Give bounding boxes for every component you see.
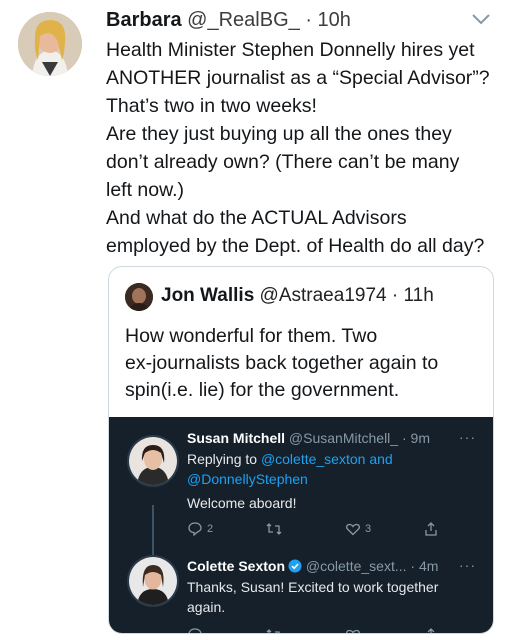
reply-text: Thanks, Susan! Excited to work together bbox=[187, 579, 439, 595]
reply-handle: @colette_sext... bbox=[305, 558, 407, 574]
like-action: 3 bbox=[345, 521, 371, 537]
separator-dot: · bbox=[401, 430, 407, 446]
quoted-line: spin(i.e. lie) for the government. bbox=[125, 379, 400, 401]
reply-actions bbox=[187, 627, 447, 633]
reply-name: Colette Sexton bbox=[187, 558, 286, 574]
reply-avatar bbox=[127, 435, 179, 487]
reply-header: Susan Mitchell @SusanMitchell_ · 9m bbox=[187, 429, 430, 447]
reply-text: Welcome aboard! bbox=[187, 495, 297, 511]
reply-count: 2 bbox=[207, 523, 214, 535]
more-icon: ··· bbox=[459, 429, 476, 445]
verified-badge-icon bbox=[288, 559, 302, 573]
chevron-down-icon[interactable] bbox=[470, 10, 492, 28]
like-action bbox=[345, 627, 361, 633]
quoted-line: How wonderful for them. Two bbox=[125, 325, 378, 347]
heart-icon bbox=[346, 523, 360, 536]
quoted-author-handle[interactable]: @Astraea1974 bbox=[260, 285, 387, 306]
tweet-header: Barbara @_RealBG_ · 10h bbox=[106, 8, 351, 32]
quoted-header: Jon Wallis @Astraea1974 · 11h bbox=[161, 284, 434, 308]
quoted-author-avatar[interactable] bbox=[125, 283, 153, 311]
share-icon bbox=[425, 522, 437, 536]
reply-name: Susan Mitchell bbox=[187, 430, 286, 446]
reply-actions: 2 3 bbox=[187, 521, 447, 539]
quoted-timestamp[interactable]: 11h bbox=[403, 285, 433, 306]
tweet-text: Health Minister Stephen Donnelly hires y… bbox=[106, 36, 506, 260]
tweet-line: left now.) bbox=[106, 179, 185, 201]
quoted-text: How wonderful for them. Two ex-journalis… bbox=[125, 323, 485, 404]
like-count: 3 bbox=[365, 523, 372, 535]
author-handle[interactable]: @_RealBG_ bbox=[187, 9, 300, 31]
reply-avatar bbox=[127, 555, 179, 607]
author-name[interactable]: Barbara bbox=[106, 9, 182, 31]
reply-action bbox=[187, 627, 203, 633]
comment-icon bbox=[188, 628, 202, 633]
tweet-line: employed by the Dept. of Health do all d… bbox=[106, 235, 485, 257]
replying-to: Replying to @colette_sexton and bbox=[187, 449, 393, 469]
embedded-screenshot[interactable]: Susan Mitchell @SusanMitchell_ · 9m ··· … bbox=[109, 417, 493, 633]
author-avatar[interactable] bbox=[18, 12, 82, 76]
tweet: Barbara @_RealBG_ · 10h Health Minister … bbox=[0, 0, 510, 640]
retweet-icon bbox=[266, 629, 280, 633]
comment-icon bbox=[188, 522, 202, 537]
share-action bbox=[423, 627, 439, 633]
reply-time: 9m bbox=[410, 430, 430, 446]
reply-text: again. bbox=[187, 599, 226, 615]
quoted-author-name[interactable]: Jon Wallis bbox=[161, 285, 254, 306]
separator-dot: · bbox=[391, 285, 399, 306]
share-icon bbox=[427, 628, 435, 633]
retweet-icon bbox=[266, 523, 282, 535]
mention-link: @DonnellyStephen bbox=[187, 471, 308, 487]
quoted-line: ex-journalists back together again to bbox=[125, 352, 439, 374]
tweet-line: ANOTHER journalist as a “Special Advisor… bbox=[106, 67, 490, 89]
retweet-action bbox=[265, 627, 283, 633]
tweet-line: That’s two in two weeks! bbox=[106, 95, 317, 117]
quoted-tweet[interactable]: Jon Wallis @Astraea1974 · 11h How wonder… bbox=[108, 266, 494, 634]
heart-icon bbox=[346, 629, 360, 633]
replying-prefix: Replying to bbox=[187, 451, 258, 467]
tweet-line: Are they just buying up all the ones the… bbox=[106, 123, 452, 145]
reply-header: Colette Sexton @colette_sext... · 4m bbox=[187, 557, 438, 575]
separator-dot: · bbox=[410, 558, 416, 574]
more-icon: ··· bbox=[459, 557, 476, 573]
mention-and: and bbox=[369, 451, 393, 467]
mention-link: @colette_sexton bbox=[260, 451, 366, 467]
tweet-line: And what do the ACTUAL Advisors bbox=[106, 207, 407, 229]
reply-time: 4m bbox=[418, 558, 439, 574]
timestamp[interactable]: 10h bbox=[318, 9, 351, 31]
retweet-action bbox=[265, 521, 283, 537]
replying-to-line2: @DonnellyStephen bbox=[187, 469, 308, 489]
share-action bbox=[423, 521, 439, 537]
tweet-line: don’t already own? (There can’t be many bbox=[106, 151, 460, 173]
tweet-line: Health Minister Stephen Donnelly hires y… bbox=[106, 39, 475, 61]
separator-dot: · bbox=[305, 9, 312, 31]
reply-handle: @SusanMitchell_ bbox=[288, 430, 399, 446]
reply-action: 2 bbox=[187, 521, 213, 537]
